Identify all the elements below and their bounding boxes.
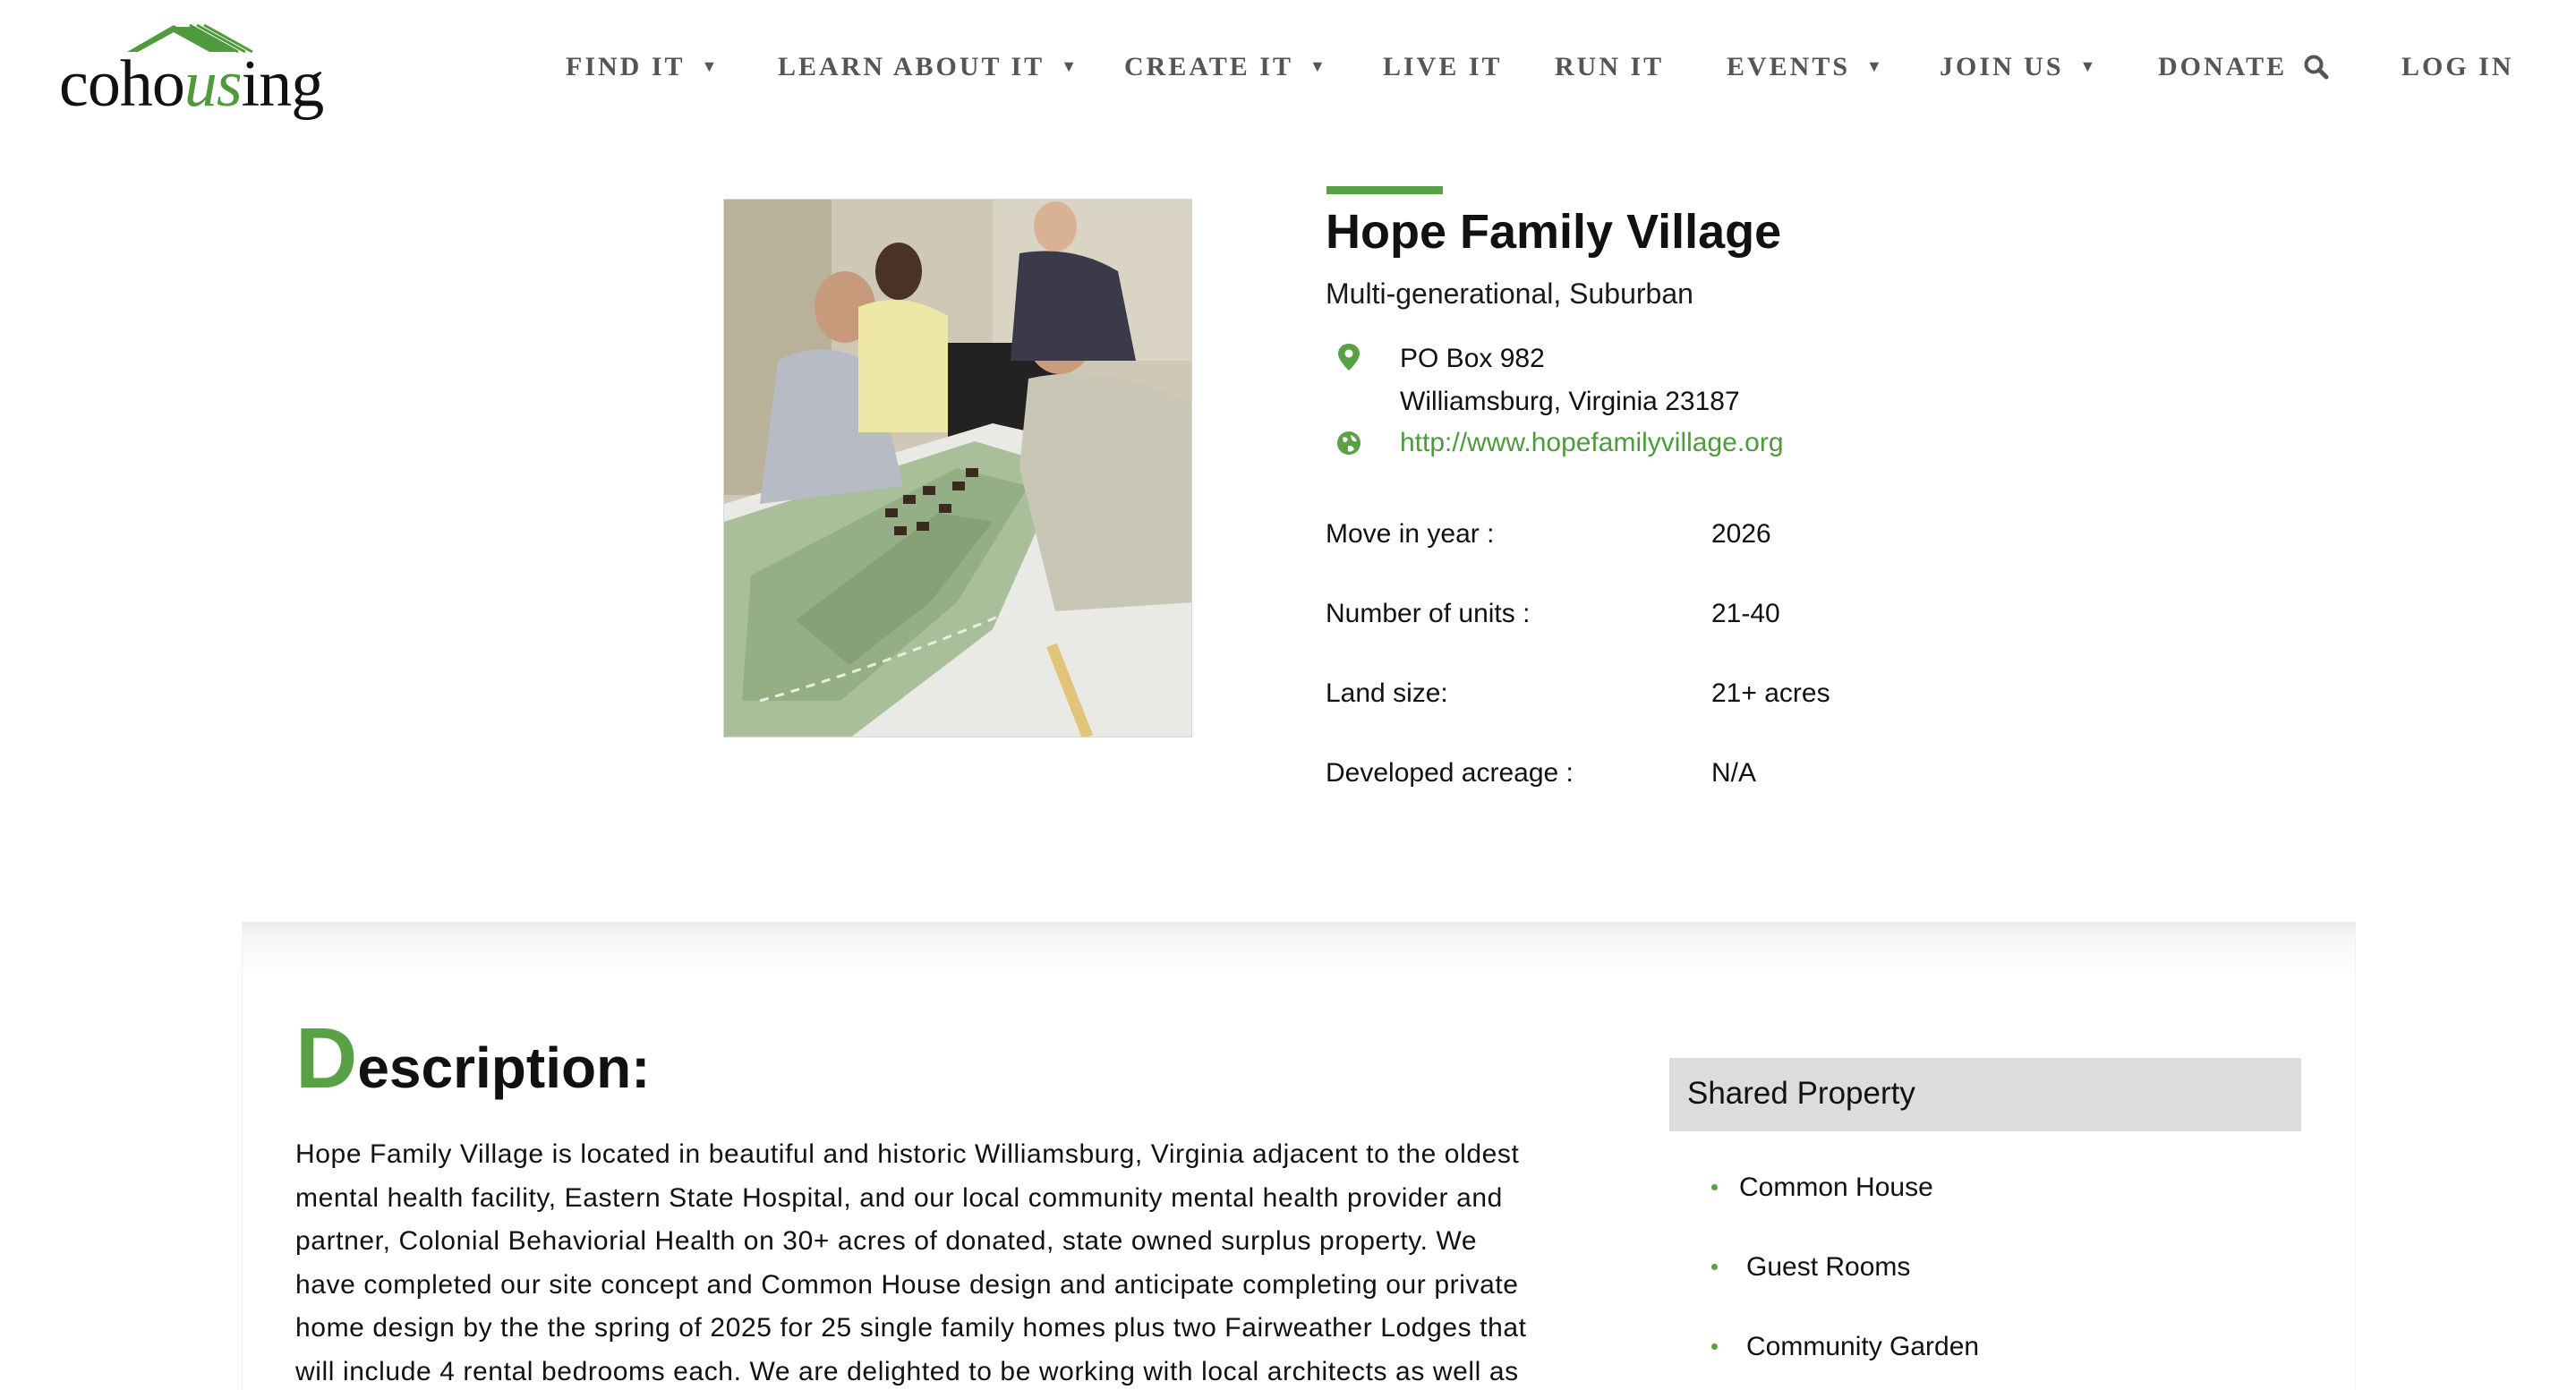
stat-label-units: Number of units : <box>1326 599 1531 628</box>
caret-down-icon: ▼ <box>1061 57 1080 75</box>
address-line-2: Williamsburg, Virginia 23187 <box>1400 387 1740 416</box>
stat-value-developed-acreage: N/A <box>1711 758 1757 788</box>
title-accent-bar <box>1326 186 1443 194</box>
globe-icon <box>1335 430 1362 460</box>
nav-find-it[interactable]: FIND IT ▼ <box>566 52 720 82</box>
bullet-icon <box>1711 1343 1718 1350</box>
description-line: home design by the the spring of 2025 fo… <box>295 1313 1527 1343</box>
caret-down-icon: ▼ <box>701 57 721 75</box>
nav-events[interactable]: EVENTS ▼ <box>1727 52 1885 82</box>
stat-value-units: 21-40 <box>1711 599 1780 628</box>
bullet-icon <box>1711 1264 1718 1270</box>
caret-down-icon: ▼ <box>1866 57 1885 75</box>
community-type: Multi-generational, Suburban <box>1326 277 1693 310</box>
amenity-item: Guest Rooms <box>1711 1252 1910 1283</box>
nav-create-it[interactable]: CREATE IT ▼ <box>1124 52 1328 82</box>
nav-log-in[interactable]: LOG IN <box>2401 52 2514 82</box>
stat-value-land-size: 21+ acres <box>1711 678 1830 708</box>
bullet-icon <box>1711 1184 1718 1190</box>
logo-wordmark: cohousing <box>59 47 324 121</box>
search-icon[interactable] <box>2303 54 2330 81</box>
nav-learn-about-it[interactable]: LEARN ABOUT IT ▼ <box>778 52 1079 82</box>
website-link[interactable]: http://www.hopefamilyvillage.org <box>1400 428 1784 458</box>
location-pin-icon <box>1335 342 1362 372</box>
description-heading: Description: <box>295 1011 651 1106</box>
stat-label-land-size: Land size: <box>1326 678 1448 708</box>
community-name: Hope Family Village <box>1326 205 1782 259</box>
description-text: Hope Family Village is located in beauti… <box>295 1133 1638 1390</box>
shared-property-title: Shared Property <box>1687 1076 1915 1111</box>
community-photo <box>723 199 1192 738</box>
description-line: will include 4 rental bedrooms each. We … <box>295 1356 1519 1386</box>
site-header: cohousing FIND IT ▼ LEARN ABOUT IT ▼ CREAT… <box>0 0 2576 143</box>
stat-value-move-in: 2026 <box>1711 519 1771 549</box>
description-line: mental health facility, Eastern State Ho… <box>295 1182 1503 1213</box>
nav-run-it[interactable]: RUN IT <box>1555 52 1664 82</box>
amenity-item: Community Garden <box>1711 1332 1979 1362</box>
caret-down-icon: ▼ <box>1309 57 1328 75</box>
stat-label-move-in: Move in year : <box>1326 519 1495 549</box>
stat-label-developed-acreage: Developed acreage : <box>1326 758 1574 788</box>
amenity-item: Common House <box>1711 1173 1933 1203</box>
cohousing-logo[interactable]: cohousing <box>59 21 345 121</box>
address-line-1: PO Box 982 <box>1400 344 1545 373</box>
description-line: have completed our site concept and Comm… <box>295 1269 1519 1300</box>
description-line: partner, Colonial Behaviorial Health on … <box>295 1226 1478 1256</box>
caret-down-icon: ▼ <box>2079 57 2099 75</box>
description-line: Hope Family Village is located in beauti… <box>295 1139 1520 1169</box>
shared-property-header: Shared Property <box>1669 1058 2301 1131</box>
nav-donate[interactable]: DONATE <box>2158 52 2287 82</box>
nav-join-us[interactable]: JOIN US ▼ <box>1940 52 2098 82</box>
nav-live-it[interactable]: LIVE IT <box>1383 52 1503 82</box>
